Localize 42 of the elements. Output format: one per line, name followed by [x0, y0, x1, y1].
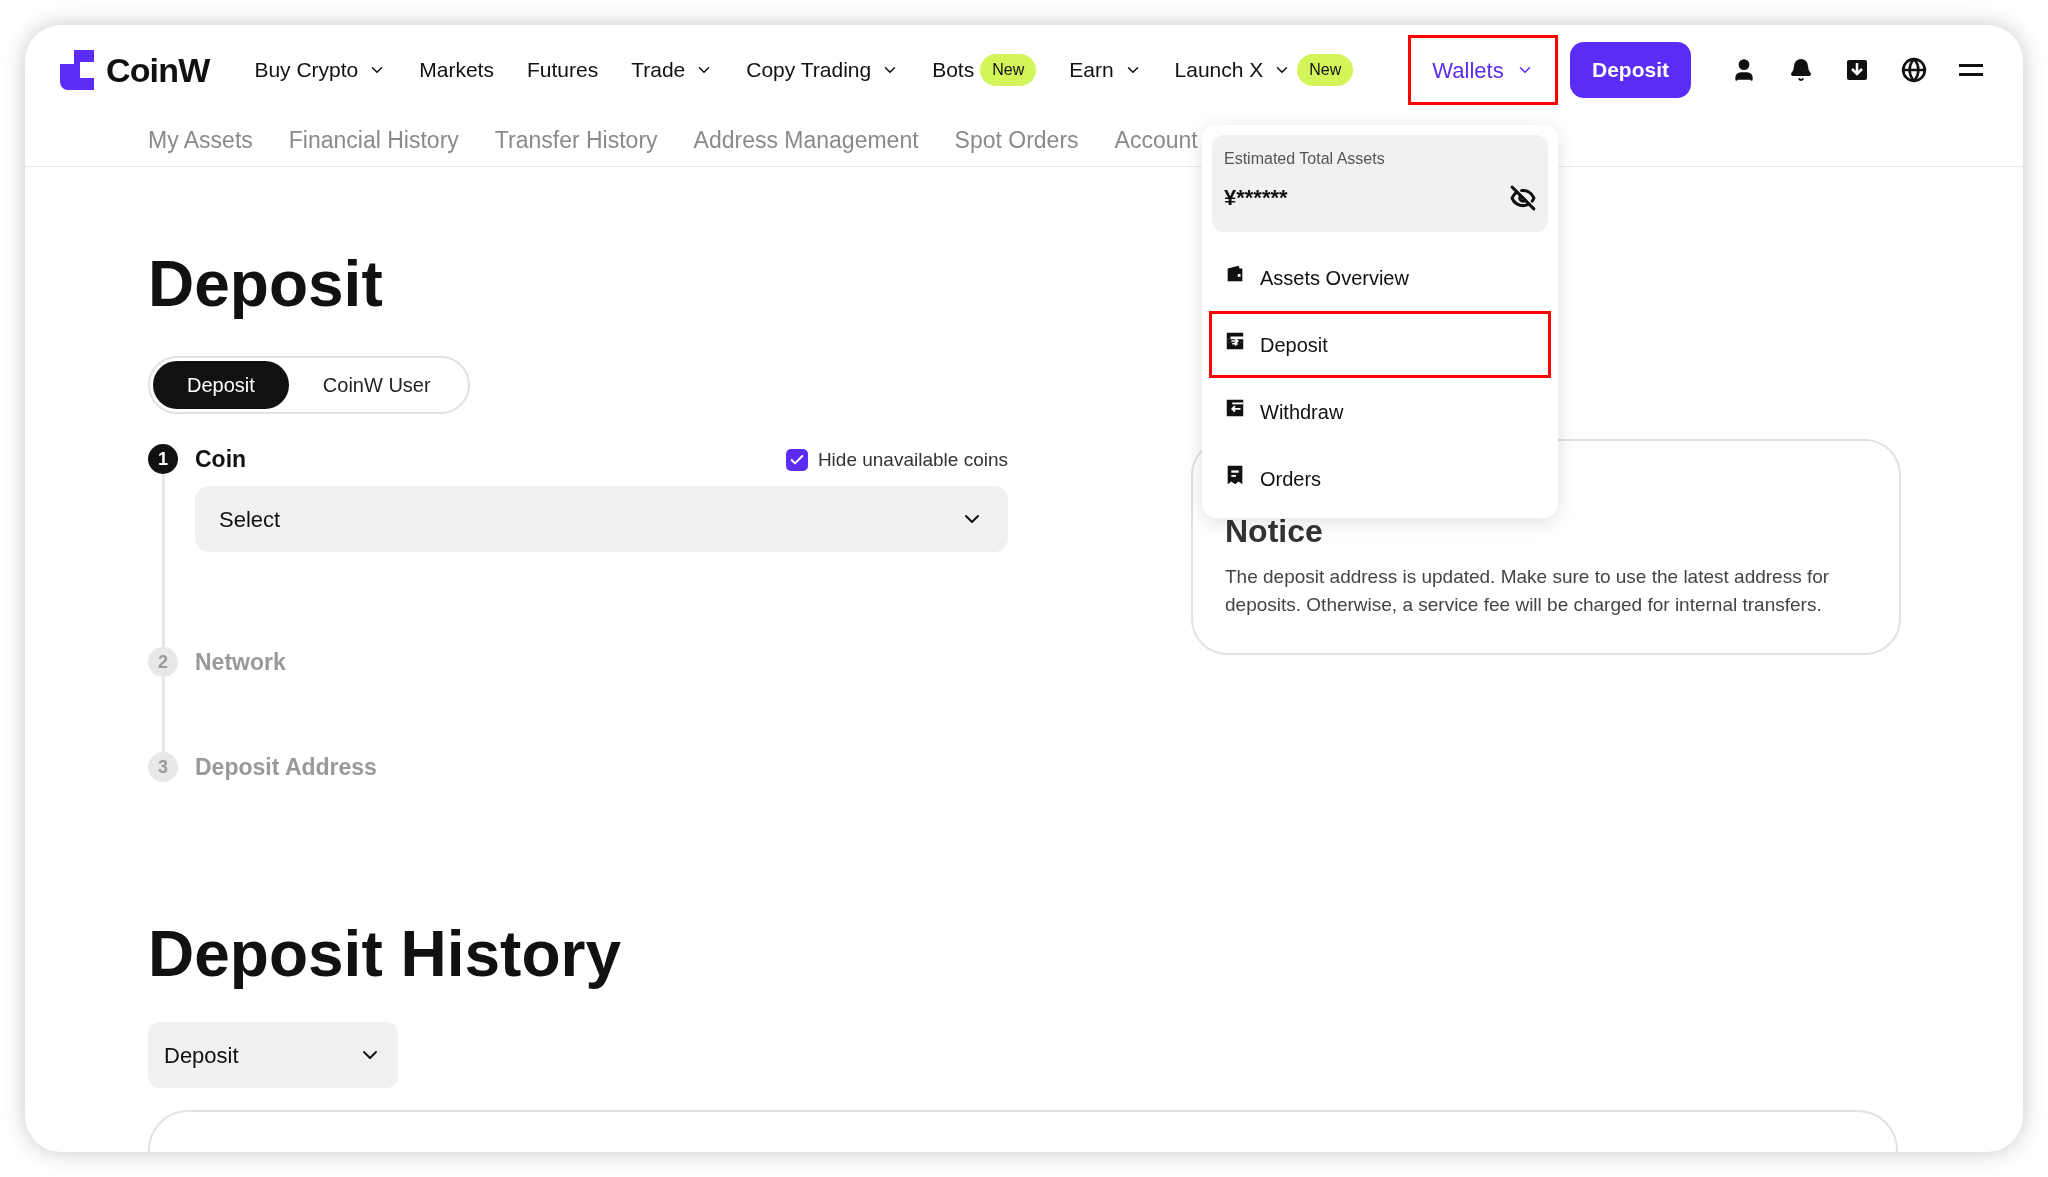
eye-off-icon[interactable]: [1510, 184, 1536, 211]
notice-text: The deposit address is updated. Make sure to use the latest address for deposits. Otherwise, a service fee will be charged for internal transfers.: [1225, 565, 1831, 617]
nav-link[interactable]: Futures: [526, 54, 599, 86]
step-number: 2: [148, 647, 178, 677]
history-filter-select[interactable]: Deposit: [148, 1022, 398, 1088]
nav-link[interactable]: Bots: [932, 54, 975, 86]
step-label: Network: [195, 648, 286, 677]
mode-tab[interactable]: Deposit: [153, 361, 289, 409]
globe-icon[interactable]: [1901, 57, 1927, 83]
notice-title: Notice: [1225, 515, 1324, 547]
coin-select[interactable]: Select: [195, 486, 1008, 552]
logo-text[interactable]: CoinW: [106, 44, 210, 96]
nav-link[interactable]: Earn: [1069, 54, 1142, 86]
logo-icon: [60, 50, 94, 90]
estimate-value: ¥******: [1224, 184, 1288, 212]
wallet-menu-item[interactable]: Orders: [1209, 445, 1551, 512]
withdraw-icon: [1224, 397, 1246, 419]
nav-link[interactable]: Markets: [419, 54, 494, 86]
new-badge: New: [980, 54, 1037, 86]
menu-icon[interactable]: [1959, 63, 1983, 77]
step-number: 1: [148, 444, 178, 474]
wallet-menu-item[interactable]: Assets Overview: [1209, 244, 1551, 311]
estimate-label: Estimated Total Assets: [1224, 149, 1386, 169]
deposit-button[interactable]: Deposit: [1570, 42, 1691, 98]
nav-link[interactable]: Copy Trading: [746, 54, 900, 86]
nav-link[interactable]: Buy Crypto: [254, 54, 387, 86]
wallet-menu-item[interactable]: Withdraw: [1209, 378, 1551, 445]
step-label: Coin: [195, 445, 247, 474]
download-icon[interactable]: [1845, 58, 1869, 82]
checkbox[interactable]: [785, 448, 808, 471]
wallets-menu-button[interactable]: Wallets: [1408, 35, 1558, 105]
bell-icon[interactable]: [1789, 58, 1813, 82]
checkbox-label: Hide unavailable coins: [817, 447, 1008, 472]
subnav-link[interactable]: Account: [1114, 123, 1198, 158]
step-number: 3: [148, 752, 178, 782]
step-label: Deposit Address: [195, 753, 377, 782]
nav-link[interactable]: Launch X: [1174, 54, 1292, 86]
mode-tab[interactable]: CoinW User: [288, 361, 465, 409]
new-badge: New: [1297, 54, 1354, 86]
wallet-menu-item[interactable]: Deposit: [1209, 311, 1551, 378]
nav-link[interactable]: Trade: [631, 54, 714, 86]
deposit-icon: [1224, 330, 1246, 352]
